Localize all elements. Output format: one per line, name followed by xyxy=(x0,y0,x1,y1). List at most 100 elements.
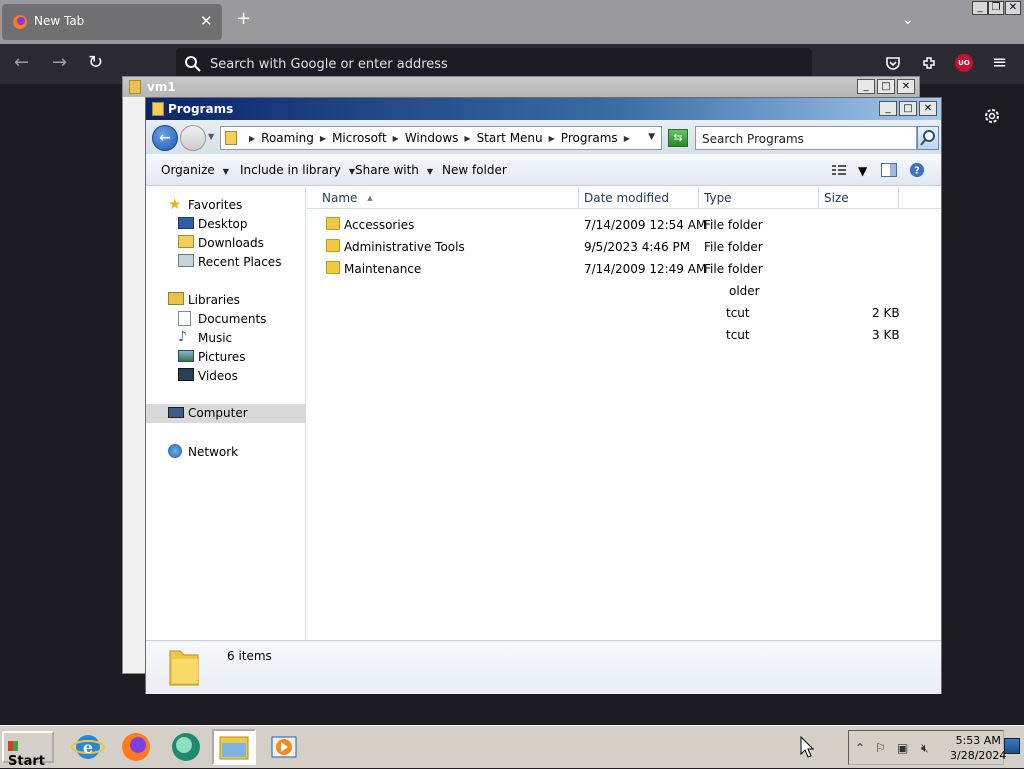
breadcrumb-chevron-icon[interactable]: ▶ xyxy=(249,134,255,143)
forward-button[interactable]: → xyxy=(52,53,67,73)
search-input[interactable]: Search Programs xyxy=(695,126,917,150)
taskbar-internet-explorer[interactable]: e xyxy=(66,729,110,765)
vm1-maximize-button[interactable]: □ xyxy=(877,79,895,94)
column-header-date-modified[interactable]: Date modified xyxy=(579,187,699,209)
explorer-title-bar[interactable]: Programs _ □ ✕ xyxy=(146,98,941,120)
menu-button[interactable]: ≡ xyxy=(992,53,1007,73)
nav-item-computer[interactable]: Computer xyxy=(146,404,306,423)
pocket-icon[interactable] xyxy=(884,54,902,72)
action-center-flag-icon[interactable]: ⚐ xyxy=(875,741,886,755)
system-clock[interactable]: 5:53 AM 3/28/2024 xyxy=(950,733,1006,763)
organize-button[interactable]: Organize ▼ xyxy=(161,163,229,177)
taskbar-windows-explorer[interactable] xyxy=(212,729,256,765)
recent-places-icon xyxy=(178,254,194,267)
new-folder-button[interactable]: New folder xyxy=(442,163,507,177)
host-close-button[interactable]: ✕ xyxy=(1005,1,1021,15)
address-dropdown-icon[interactable]: ▼ xyxy=(648,132,655,142)
gear-icon[interactable] xyxy=(982,106,1002,126)
nav-item-documents[interactable]: Documents xyxy=(146,310,306,328)
back-button[interactable]: ← xyxy=(14,53,29,73)
breadcrumb-chevron-icon[interactable]: ▶ xyxy=(393,134,399,143)
breadcrumb-item[interactable]: Windows xyxy=(405,131,459,145)
nav-item-network[interactable]: Network xyxy=(146,443,306,461)
help-icon[interactable]: ? xyxy=(908,162,926,178)
nav-item-downloads[interactable]: Downloads xyxy=(146,234,306,252)
show-desktop-button[interactable] xyxy=(1004,738,1020,754)
address-bar-area: ← ▼ ▶ Roaming ▶ Microsoft ▶ Windows ▶ St… xyxy=(146,120,941,154)
table-row[interactable]: Administrative Tools 9/5/2023 4:46 PM Fi… xyxy=(307,237,941,257)
extensions-icon[interactable] xyxy=(920,54,938,72)
nav-item-desktop[interactable]: Desktop xyxy=(146,215,306,233)
change-view-icon[interactable] xyxy=(830,162,848,178)
close-button[interactable]: ✕ xyxy=(919,101,937,116)
new-tab-button[interactable]: + xyxy=(236,10,251,28)
file-name: Maintenance xyxy=(344,262,422,276)
navigation-pane: ★ Favorites Desktop Downloads Recent Pla… xyxy=(146,187,306,639)
partial-row: tcut 3 KB xyxy=(307,325,941,345)
view-options-dropdown-icon[interactable]: ▼ xyxy=(858,164,867,178)
recent-pages-dropdown-icon[interactable]: ▼ xyxy=(208,132,214,141)
file-date: 9/5/2023 4:46 PM xyxy=(584,240,691,254)
breadcrumb-item[interactable]: Programs xyxy=(561,131,618,145)
documents-icon xyxy=(178,311,191,326)
browser-tab-new-tab[interactable]: New Tab ✕ xyxy=(2,4,222,40)
breadcrumb-chevron-icon[interactable]: ▶ xyxy=(624,134,630,143)
table-row[interactable]: Accessories 7/14/2009 12:54 AM File fold… xyxy=(307,215,941,235)
start-button[interactable]: Start xyxy=(2,731,54,769)
breadcrumb-chevron-icon[interactable]: ▶ xyxy=(320,134,326,143)
internet-explorer-icon: e xyxy=(71,735,105,759)
nav-label: Downloads xyxy=(198,236,264,250)
vm1-title-bar[interactable]: vm1 _ □ ✕ xyxy=(123,77,919,97)
address-bar[interactable]: ▶ Roaming ▶ Microsoft ▶ Windows ▶ Start … xyxy=(220,126,662,150)
preview-pane-icon[interactable] xyxy=(880,162,898,178)
include-in-library-button[interactable]: Include in library ▼ xyxy=(240,163,355,177)
file-date: 7/14/2009 12:49 AM xyxy=(584,262,707,276)
column-header-size[interactable]: Size xyxy=(819,187,899,209)
window-title: Programs xyxy=(168,102,234,116)
breadcrumb-item[interactable]: Start Menu xyxy=(477,131,543,145)
nav-back-button[interactable]: ← xyxy=(152,125,178,151)
file-type: File folder xyxy=(704,240,763,254)
chevron-down-icon: ▼ xyxy=(222,167,229,176)
list-all-tabs-button[interactable]: ⌄ xyxy=(902,12,914,28)
file-list: Name ▲ Date modified Type Size Accessori… xyxy=(307,187,941,639)
nav-forward-button[interactable] xyxy=(180,125,206,151)
host-restore-button[interactable]: ❐ xyxy=(988,1,1004,15)
volume-muted-icon[interactable]: 🔇︎ xyxy=(921,741,929,756)
share-with-button[interactable]: Share with ▼ xyxy=(355,163,433,177)
breadcrumb-chevron-icon[interactable]: ▶ xyxy=(464,134,470,143)
reload-button[interactable]: ↻ xyxy=(88,53,103,73)
ublock-icon[interactable]: UO xyxy=(955,54,973,72)
nav-item-music[interactable]: ♪ Music xyxy=(146,329,306,347)
search-icon xyxy=(920,130,935,146)
taskbar-media-player[interactable] xyxy=(262,729,306,765)
nav-item-favorites[interactable]: ★ Favorites xyxy=(146,196,306,214)
include-in-library-label: Include in library xyxy=(240,163,341,177)
nav-item-videos[interactable]: Videos xyxy=(146,367,306,385)
show-hidden-icons-icon[interactable]: ⌃ xyxy=(855,741,865,755)
taskbar-app[interactable] xyxy=(164,729,208,765)
column-header-name[interactable]: Name ▲ xyxy=(307,187,579,209)
host-minimize-button[interactable]: _ xyxy=(972,1,988,15)
breadcrumb-chevron-icon[interactable]: ▶ xyxy=(549,134,555,143)
tab-close-icon[interactable]: ✕ xyxy=(200,12,213,30)
vm1-minimize-button[interactable]: _ xyxy=(857,79,875,94)
column-header-type[interactable]: Type xyxy=(699,187,819,209)
network-tray-icon[interactable]: ▣ xyxy=(897,741,908,755)
nav-label: Computer xyxy=(188,406,248,420)
nav-item-pictures[interactable]: Pictures xyxy=(146,348,306,366)
minimize-button[interactable]: _ xyxy=(879,101,897,116)
folder-icon xyxy=(326,217,340,230)
maximize-button[interactable]: □ xyxy=(899,101,917,116)
nav-item-recent-places[interactable]: Recent Places xyxy=(146,253,306,271)
vm1-close-button[interactable]: ✕ xyxy=(897,79,915,94)
downloads-folder-icon xyxy=(178,235,194,248)
taskbar-firefox[interactable] xyxy=(114,729,158,765)
breadcrumb-item[interactable]: Microsoft xyxy=(332,131,387,145)
windows-logo-icon xyxy=(8,741,18,751)
nav-item-libraries[interactable]: Libraries xyxy=(146,291,306,309)
breadcrumb-item[interactable]: Roaming xyxy=(261,131,314,145)
table-row[interactable]: Maintenance 7/14/2009 12:49 AM File fold… xyxy=(307,259,941,279)
refresh-button[interactable]: ⇆ xyxy=(668,129,688,147)
search-button[interactable] xyxy=(917,126,939,150)
